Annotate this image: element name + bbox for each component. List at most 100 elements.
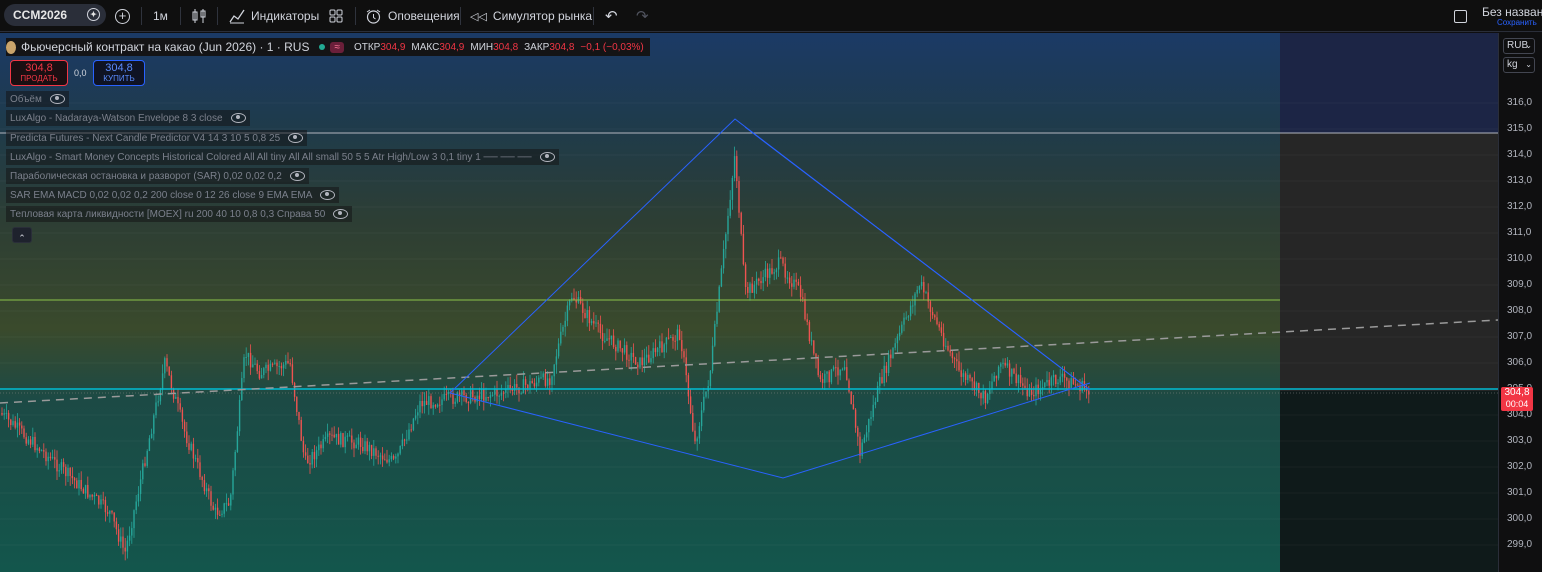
candle-body (153, 415, 155, 434)
sell-button[interactable]: 304,8 ПРОДАТЬ (10, 60, 68, 86)
replay-button[interactable]: ◁◁ Симулятор рынка (470, 0, 592, 32)
layout-name-button[interactable] (1454, 0, 1467, 32)
candle-body (953, 358, 956, 360)
candle-body (10, 419, 12, 426)
instrument-title[interactable]: Фьючерсный контракт на какао (Jun 2026) … (21, 40, 309, 54)
candle-body (373, 448, 375, 456)
candle-body (287, 360, 289, 364)
indicator-heatmap[interactable]: Тепловая карта ликвидности [MOEX] ru 200… (6, 206, 353, 222)
candle-body (278, 366, 280, 368)
candle-body (703, 396, 705, 411)
candle-body (540, 377, 542, 379)
eye-icon[interactable] (230, 113, 246, 123)
candle-body (738, 181, 740, 213)
candle-body (604, 340, 606, 342)
currency-select[interactable]: RUB ⌄ (1503, 38, 1535, 54)
candle-body (397, 453, 399, 457)
eye-icon[interactable] (288, 133, 304, 143)
indicator-nadaraya[interactable]: LuxAlgo - Nadaraya-Watson Envelope 8 3 c… (6, 110, 250, 126)
candle-body (300, 419, 302, 441)
candle-body (309, 463, 311, 465)
candle-body (98, 495, 100, 505)
indicator-sar[interactable]: Параболическая остановка и разворот (SAR… (6, 168, 309, 184)
eye-icon[interactable] (49, 94, 65, 104)
candle-body (232, 470, 234, 495)
candle-body (887, 354, 890, 374)
save-status: Сохранить (1497, 18, 1537, 27)
candle-body (784, 263, 786, 278)
candle-body (619, 340, 621, 349)
candle-body (69, 467, 71, 476)
candle-body (43, 450, 45, 452)
candle-body (62, 462, 65, 467)
candle-body (791, 283, 793, 287)
candle-body (1072, 378, 1075, 385)
candle-body (804, 298, 806, 320)
market-status-dot (319, 44, 326, 50)
candle-body (489, 395, 492, 398)
price-tick: 313,0 (1507, 175, 1533, 186)
candle-body (843, 367, 846, 370)
buy-price: 304,8 (105, 62, 133, 74)
add-symbol-button[interactable]: + (115, 0, 130, 32)
candle-body (670, 337, 672, 339)
symbol-label: CCM2026 (13, 8, 68, 22)
candle-body (331, 434, 333, 436)
chart-type-button[interactable] (190, 0, 208, 32)
candle-body (978, 382, 980, 394)
eye-icon[interactable] (539, 152, 555, 162)
candle-body (808, 322, 811, 342)
candle-body (764, 268, 767, 278)
buy-button[interactable]: 304,8 КУПИТЬ (93, 60, 145, 86)
indicators-button[interactable]: Индикаторы (228, 0, 319, 32)
candle-body (318, 444, 320, 451)
indicator-volume[interactable]: Объём (6, 91, 69, 107)
candle-body (806, 319, 808, 323)
candle-body (25, 437, 27, 444)
candle-body (848, 380, 850, 392)
candle-body (271, 363, 274, 365)
candle-body (863, 437, 866, 443)
candle-body (1077, 384, 1079, 386)
undo-button[interactable]: ↶ (605, 0, 618, 32)
layouts-button[interactable] (328, 0, 344, 32)
unit-select[interactable]: kg ⌄ (1503, 57, 1535, 73)
data-delay-icon[interactable]: ≈ (330, 41, 344, 53)
candle-body (542, 373, 544, 378)
candle-body (956, 359, 958, 362)
eye-icon[interactable] (320, 190, 336, 200)
grid-icon (329, 9, 343, 23)
indicator-predicta[interactable]: Predicta Futures - Next Candle Predictor… (6, 130, 308, 146)
symbol-search-button[interactable]: CCM2026 ✦ (4, 4, 106, 26)
candle-body (430, 396, 432, 409)
candle-body (828, 371, 830, 383)
candle-body (1015, 373, 1017, 384)
candle-body (280, 366, 283, 369)
candle-body (465, 394, 467, 402)
alerts-button[interactable]: Оповещения (365, 0, 460, 32)
eye-icon[interactable] (289, 171, 305, 181)
candle-body (749, 283, 751, 293)
candle-body (529, 381, 531, 389)
candle-body (962, 373, 965, 377)
candle-body (819, 375, 822, 380)
candle-body (841, 369, 844, 371)
price-axis[interactable]: RUB ⌄ kg ⌄ 316,0 315,0 314,0 313,0 312,0 311,0 3… (1498, 33, 1542, 572)
interval-button[interactable]: 1м (153, 0, 168, 32)
candle-body (54, 457, 56, 460)
candle-body (247, 352, 250, 357)
candle-body (403, 439, 406, 441)
candle-body (958, 361, 960, 371)
eye-icon[interactable] (333, 209, 349, 219)
candle-body (659, 341, 661, 348)
collapse-legend-button[interactable]: ⌃ (12, 227, 32, 243)
chart-area[interactable]: Фьючерсный контракт на какао (Jun 2026) … (0, 33, 1542, 572)
redo-button[interactable]: ↷ (636, 0, 649, 32)
heatmap-right-zone (1280, 133, 1498, 391)
candle-body (439, 404, 441, 406)
indicator-sar-ema-macd[interactable]: SAR EMA MACD 0,02 0,02 0,2 200 close 0 1… (6, 187, 340, 203)
indicator-label: Объём (10, 93, 42, 105)
candle-body (1011, 368, 1013, 377)
indicator-smc[interactable]: LuxAlgo - Smart Money Concepts Historica… (6, 149, 559, 165)
candle-body (615, 346, 617, 352)
